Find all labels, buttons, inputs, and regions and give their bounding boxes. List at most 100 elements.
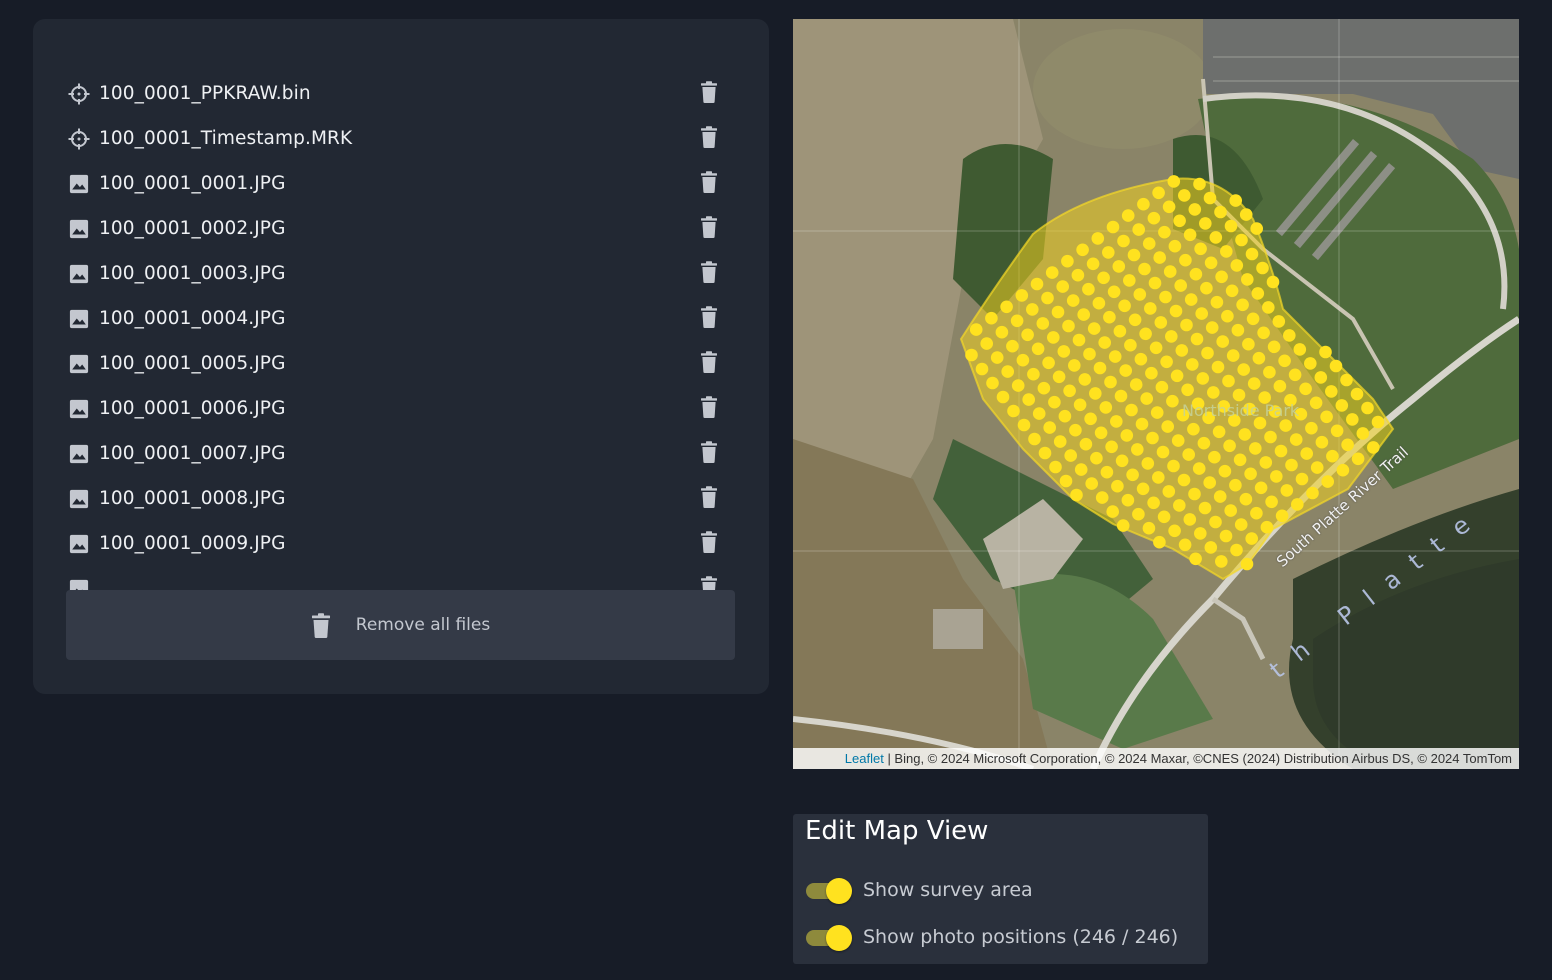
photo-position-marker[interactable] xyxy=(1012,379,1025,392)
photo-position-marker[interactable] xyxy=(1170,305,1183,318)
photo-position-marker[interactable] xyxy=(1209,516,1222,529)
photo-position-marker[interactable] xyxy=(1125,404,1138,417)
photo-position-marker[interactable] xyxy=(1310,397,1323,410)
delete-file-button[interactable] xyxy=(700,261,718,283)
photo-position-marker[interactable] xyxy=(1073,334,1086,347)
photo-position-marker[interactable] xyxy=(1203,476,1216,489)
delete-file-button[interactable] xyxy=(700,306,718,328)
photo-position-marker[interactable] xyxy=(1204,192,1217,205)
photo-position-marker[interactable] xyxy=(1064,449,1077,462)
photo-position-marker[interactable] xyxy=(1260,456,1273,469)
photo-position-marker[interactable] xyxy=(1137,198,1150,211)
photo-position-marker[interactable] xyxy=(1326,450,1339,463)
photo-position-marker[interactable] xyxy=(1248,377,1261,390)
photo-position-marker[interactable] xyxy=(1273,315,1286,328)
leaflet-link[interactable]: Leaflet xyxy=(845,751,884,766)
photo-position-marker[interactable] xyxy=(1262,301,1275,314)
photo-position-marker[interactable] xyxy=(1230,544,1243,557)
photo-position-marker[interactable] xyxy=(1213,426,1226,439)
photo-position-marker[interactable] xyxy=(1229,194,1242,207)
photo-position-marker[interactable] xyxy=(1097,272,1110,285)
photo-position-marker[interactable] xyxy=(1319,346,1332,359)
photo-position-marker[interactable] xyxy=(1070,489,1083,502)
photo-position-marker[interactable] xyxy=(1143,522,1156,535)
photo-position-marker[interactable] xyxy=(1300,447,1313,460)
photo-position-marker[interactable] xyxy=(1346,413,1359,426)
photo-position-marker[interactable] xyxy=(1103,311,1116,324)
photo-position-marker[interactable] xyxy=(1105,441,1118,454)
photo-position-marker[interactable] xyxy=(1063,385,1076,398)
photo-position-marker[interactable] xyxy=(1072,269,1085,282)
photo-position-marker[interactable] xyxy=(1178,189,1191,202)
photo-position-marker[interactable] xyxy=(1049,461,1062,474)
photo-position-marker[interactable] xyxy=(1018,419,1031,432)
photo-position-marker[interactable] xyxy=(1134,288,1147,301)
photo-position-marker[interactable] xyxy=(1093,297,1106,310)
photo-position-marker[interactable] xyxy=(1256,262,1269,275)
photo-position-marker[interactable] xyxy=(1074,399,1087,412)
photo-position-marker[interactable] xyxy=(1320,411,1333,424)
photo-position-marker[interactable] xyxy=(1199,217,1212,230)
photo-position-marker[interactable] xyxy=(1087,258,1100,271)
photo-position-marker[interactable] xyxy=(1352,453,1365,466)
photo-position-marker[interactable] xyxy=(1215,271,1228,284)
photo-position-marker[interactable] xyxy=(1173,215,1186,228)
photo-position-marker[interactable] xyxy=(1167,460,1180,473)
photo-position-marker[interactable] xyxy=(1135,353,1148,366)
photo-position-marker[interactable] xyxy=(1181,384,1194,397)
photo-position-marker[interactable] xyxy=(1235,518,1248,531)
photo-position-marker[interactable] xyxy=(1100,401,1113,414)
photo-position-marker[interactable] xyxy=(1330,360,1343,373)
photo-position-marker[interactable] xyxy=(1199,502,1212,515)
photo-position-marker[interactable] xyxy=(1241,273,1254,286)
photo-position-marker[interactable] xyxy=(1098,336,1111,349)
photo-position-marker[interactable] xyxy=(1006,340,1019,353)
photo-position-marker[interactable] xyxy=(1184,513,1197,526)
photo-position-marker[interactable] xyxy=(1169,240,1182,253)
photo-position-marker[interactable] xyxy=(970,323,983,336)
photo-position-marker[interactable] xyxy=(1161,420,1174,433)
photo-position-marker[interactable] xyxy=(1311,461,1324,474)
photo-position-marker[interactable] xyxy=(1031,278,1044,291)
photo-position-marker[interactable] xyxy=(1289,369,1302,382)
photo-position-marker[interactable] xyxy=(1117,235,1130,248)
photo-position-marker[interactable] xyxy=(1152,187,1165,200)
photo-position-marker[interactable] xyxy=(1158,511,1171,524)
delete-file-button[interactable] xyxy=(700,486,718,508)
photo-position-marker[interactable] xyxy=(1201,347,1214,360)
photo-position-marker[interactable] xyxy=(1321,475,1334,488)
photo-position-marker[interactable] xyxy=(1165,330,1178,343)
photo-position-marker[interactable] xyxy=(1244,468,1257,481)
photo-position-marker[interactable] xyxy=(1187,423,1200,436)
photo-position-marker[interactable] xyxy=(1306,487,1319,500)
photo-position-marker[interactable] xyxy=(1132,223,1145,236)
photo-position-marker[interactable] xyxy=(1210,231,1223,244)
photo-position-marker[interactable] xyxy=(1261,521,1274,534)
photo-position-marker[interactable] xyxy=(1142,457,1155,470)
photo-position-marker[interactable] xyxy=(1231,259,1244,272)
photo-position-marker[interactable] xyxy=(1223,440,1236,453)
photo-position-marker[interactable] xyxy=(1275,445,1288,458)
photo-position-marker[interactable] xyxy=(1158,226,1171,239)
photo-position-marker[interactable] xyxy=(1119,364,1132,377)
photo-position-marker[interactable] xyxy=(1156,381,1169,394)
photo-position-marker[interactable] xyxy=(1294,343,1307,356)
photo-position-marker[interactable] xyxy=(1016,289,1029,302)
photo-position-marker[interactable] xyxy=(1069,424,1082,437)
photo-position-marker[interactable] xyxy=(1060,475,1073,488)
photo-position-marker[interactable] xyxy=(1240,208,1253,221)
photo-position-marker[interactable] xyxy=(1315,371,1328,384)
photo-position-marker[interactable] xyxy=(1058,345,1071,358)
photo-position-marker[interactable] xyxy=(1242,338,1255,351)
photo-position-marker[interactable] xyxy=(1143,237,1156,250)
photo-position-marker[interactable] xyxy=(1206,321,1219,334)
photo-position-marker[interactable] xyxy=(1124,339,1137,352)
photo-position-marker[interactable] xyxy=(1214,206,1227,219)
delete-file-button[interactable] xyxy=(700,171,718,193)
photo-position-marker[interactable] xyxy=(1090,452,1103,465)
photo-position-marker[interactable] xyxy=(1131,443,1144,456)
photo-position-marker[interactable] xyxy=(985,312,998,325)
photo-position-marker[interactable] xyxy=(1174,279,1187,292)
photo-position-marker[interactable] xyxy=(1225,220,1238,233)
photo-position-marker[interactable] xyxy=(1291,498,1304,511)
